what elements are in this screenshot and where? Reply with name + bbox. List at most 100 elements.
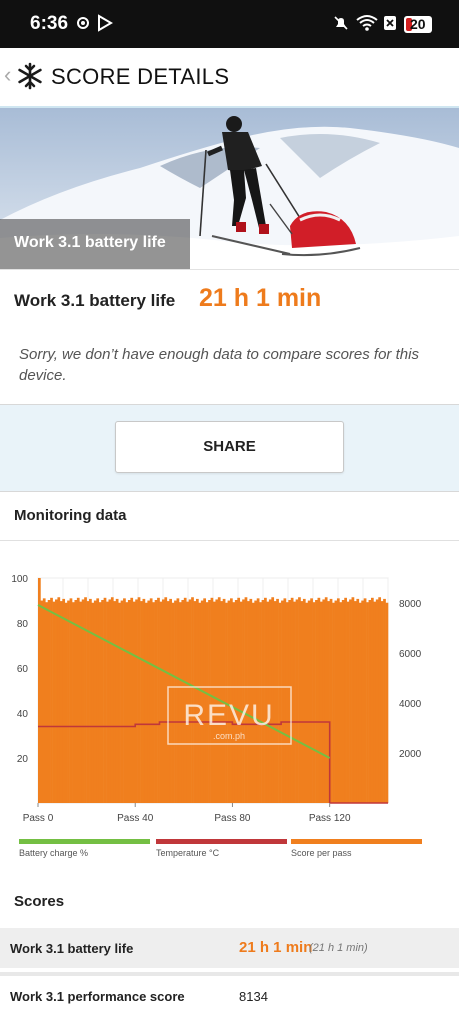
- share-button[interactable]: SHARE: [115, 421, 344, 473]
- score-bar: [368, 600, 372, 803]
- score-bar: [278, 602, 282, 803]
- score-bar: [161, 599, 165, 803]
- score-bar: [307, 600, 311, 803]
- score-bar: [358, 602, 362, 803]
- score-bar: [285, 602, 289, 803]
- score-bar: [356, 598, 360, 803]
- score-bar: [147, 600, 151, 803]
- score-bar: [40, 600, 44, 803]
- score-bar: [373, 601, 377, 803]
- score-bar: [293, 601, 296, 803]
- y-left-tick: 60: [17, 664, 29, 675]
- score-bar: [154, 600, 158, 803]
- no-sim-icon: [384, 16, 396, 30]
- score-bar: [108, 599, 112, 803]
- score-bar: [142, 598, 146, 803]
- score-bar: [69, 598, 73, 803]
- score-bar: [324, 597, 328, 803]
- score-row-performance: Work 3.1 performance score 8134: [0, 972, 459, 1016]
- score-bar: [174, 600, 177, 803]
- divider: [0, 540, 459, 541]
- score-bar: [103, 597, 107, 803]
- score-bar: [334, 600, 338, 803]
- score-bar: [64, 602, 68, 803]
- y-right-tick: 2000: [399, 749, 422, 760]
- score-bar: [380, 601, 384, 803]
- score-bar: [178, 602, 182, 803]
- hero-image: Work 3.1 battery life 3.1: [0, 108, 459, 269]
- hero-caption: Work 3.1 battery life: [14, 234, 166, 251]
- score-bar: [140, 601, 143, 803]
- status-time: 6:36: [30, 13, 69, 34]
- score-bar: [106, 601, 109, 803]
- score-bar: [336, 598, 340, 803]
- score-bar: [115, 598, 119, 803]
- snowflake-logo-icon: [18, 62, 42, 90]
- score-bar: [132, 601, 136, 803]
- score-bar: [346, 601, 350, 803]
- score-bar: [370, 597, 374, 803]
- y-right-tick: 6000: [399, 649, 422, 660]
- hero-version: 3.1: [191, 238, 204, 248]
- score-bar: [295, 599, 299, 803]
- legend-swatch: [291, 839, 422, 844]
- legend-swatch: [19, 839, 150, 844]
- score-bar: [361, 600, 364, 803]
- score-bar: [101, 600, 104, 803]
- monitoring-title: Monitoring data: [14, 507, 127, 524]
- score-bar: [164, 597, 168, 803]
- app-header: ‹ SCORE DETAILS: [0, 48, 459, 108]
- score-bar: [135, 599, 138, 803]
- score-bar: [341, 600, 345, 803]
- settings-icon: [77, 17, 89, 29]
- score-bar: [93, 600, 97, 803]
- score-bar: [130, 597, 134, 803]
- score-bar: [152, 602, 155, 803]
- score-bar: [317, 597, 321, 803]
- score-row-label: Work 3.1 performance score: [10, 989, 185, 1004]
- x-tick: Pass 0: [23, 813, 54, 824]
- score-bar: [144, 602, 148, 803]
- score-row-value: 21 h 1 min: [239, 939, 313, 956]
- score-bar: [339, 602, 343, 803]
- result-label: Work 3.1 battery life: [14, 291, 176, 310]
- score-bar: [310, 598, 313, 803]
- legend-label: Score per pass: [291, 848, 352, 858]
- score-bar: [55, 599, 58, 803]
- score-bar: [120, 600, 124, 803]
- score-bar: [363, 598, 367, 803]
- score-bar: [283, 598, 287, 803]
- y-left-tick: 100: [11, 574, 28, 585]
- score-bar: [127, 600, 131, 803]
- score-row-label: Work 3.1 battery life: [10, 941, 134, 956]
- score-bar: [110, 597, 114, 803]
- score-bar: [76, 597, 80, 803]
- score-bar: [50, 597, 53, 803]
- score-bar: [79, 601, 83, 803]
- score-bar: [349, 599, 352, 803]
- score-row-secondary: (21 h 1 min): [309, 942, 368, 954]
- scores-title: Scores: [14, 893, 65, 910]
- legend-label: Battery charge %: [19, 848, 88, 858]
- legend-label: Temperature °C: [156, 848, 220, 858]
- result-value: 21 h 1 min: [199, 284, 322, 312]
- score-bar: [113, 601, 117, 803]
- comparison-note-text: Sorry, we don’t have enough data to comp…: [19, 346, 419, 384]
- y-right-tick: 8000: [399, 599, 422, 610]
- monitoring-chart: 100 80 60 40 20 8000 6000 4000 2000 Pass 0 Pass 40…: [11, 574, 422, 858]
- score-bar: [298, 597, 301, 803]
- score-bar: [322, 599, 326, 803]
- watermark-subtext: .com.ph: [213, 731, 245, 741]
- score-bar: [171, 602, 175, 803]
- x-tick: Pass 80: [214, 813, 251, 824]
- score-row-value: 8134: [239, 989, 268, 1004]
- score-bar: [312, 602, 316, 803]
- score-bar: [42, 598, 46, 803]
- score-bar: [375, 599, 379, 803]
- y-left-tick: 80: [17, 619, 29, 630]
- back-button[interactable]: ‹: [4, 62, 11, 88]
- score-bar: [98, 602, 102, 803]
- score-bar: [123, 598, 126, 803]
- score-bar: [276, 598, 279, 803]
- status-bar: 6:36 20: [0, 0, 459, 48]
